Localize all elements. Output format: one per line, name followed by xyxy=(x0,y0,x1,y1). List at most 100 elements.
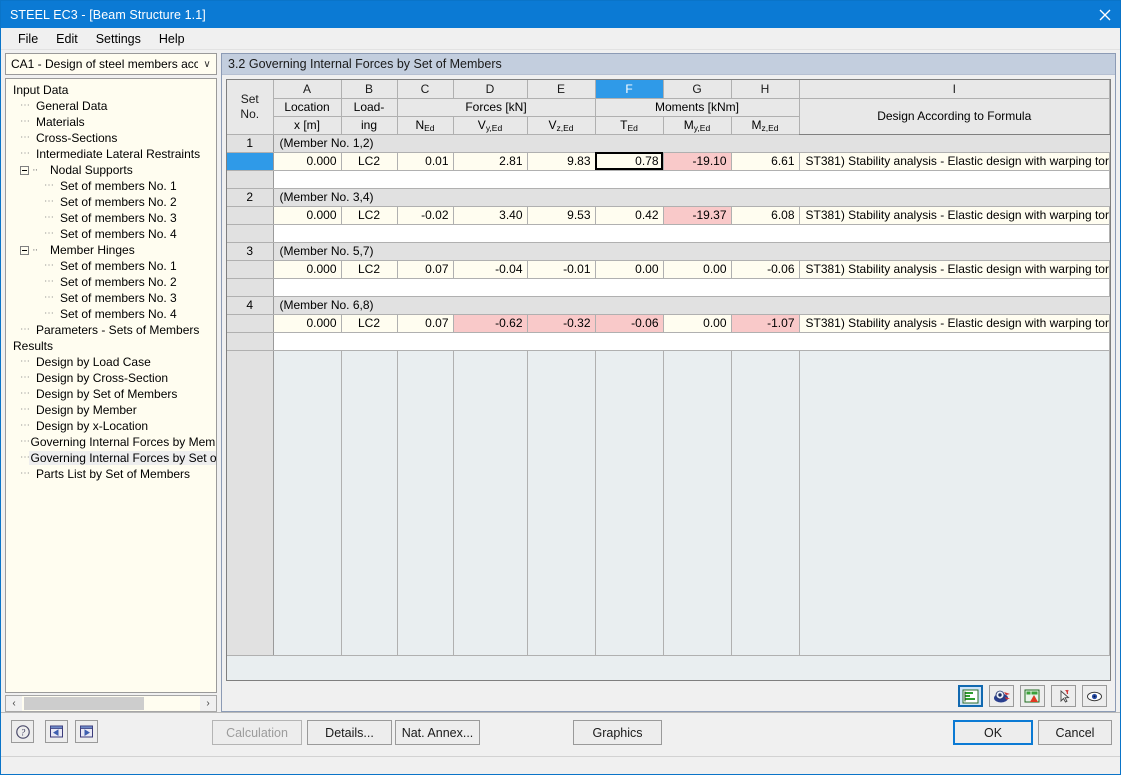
cancel-button[interactable]: Cancel xyxy=(1038,720,1112,745)
menu-item-edit[interactable]: Edit xyxy=(47,30,87,48)
cell-my-ed[interactable]: 0.00 xyxy=(663,260,732,279)
cell-location[interactable]: 0.000 xyxy=(273,314,342,333)
group-row[interactable]: 4 (Member No. 6,8) xyxy=(227,296,1110,315)
close-icon[interactable] xyxy=(1089,1,1120,28)
column-letter-g[interactable]: G xyxy=(663,80,732,99)
tree-item-input-data[interactable]: Input Data xyxy=(6,82,216,98)
tree-item-set-of-members-no-1[interactable]: ⋯ Set of members No. 1 xyxy=(6,178,216,194)
cell-mz-ed[interactable]: 6.61 xyxy=(731,152,800,171)
cell-mz-ed[interactable]: 6.08 xyxy=(731,206,800,225)
scroll-right-icon[interactable]: › xyxy=(200,696,216,711)
cell-vz-ed[interactable]: -0.01 xyxy=(527,260,596,279)
tree-item-set-of-members-no-3[interactable]: ⋯ Set of members No. 3 xyxy=(6,290,216,306)
column-letter-d[interactable]: D xyxy=(453,80,528,99)
tree-item-general-data[interactable]: ⋯ General Data xyxy=(6,98,216,114)
cell-vy-ed[interactable]: 2.81 xyxy=(453,152,528,171)
cell-vy-ed[interactable]: 3.40 xyxy=(453,206,528,225)
row-selector-cell[interactable] xyxy=(227,170,274,189)
cell-my-ed[interactable]: -19.10 xyxy=(663,152,732,171)
cell-t-ed[interactable]: 0.00 xyxy=(595,260,664,279)
row-selector-cell[interactable] xyxy=(227,206,274,225)
scroll-thumb[interactable] xyxy=(24,697,144,710)
tree-item-results[interactable]: Results xyxy=(6,338,216,354)
export-excel-icon[interactable] xyxy=(1020,685,1045,707)
cell-loading[interactable]: LC2 xyxy=(341,206,398,225)
tree-item-parts-list-by-set-of-members[interactable]: ⋯ Parts List by Set of Members xyxy=(6,466,216,482)
cell-mz-ed[interactable]: -1.07 xyxy=(731,314,800,333)
select-pointer-icon[interactable] xyxy=(1051,685,1076,707)
cell-mz-ed[interactable]: -0.06 xyxy=(731,260,800,279)
cell-vy-ed[interactable]: -0.04 xyxy=(453,260,528,279)
tree-item-governing-internal-forces-by-set-of-m[interactable]: ⋯ Governing Internal Forces by Set of M xyxy=(6,450,216,466)
cell-loading[interactable]: LC2 xyxy=(341,314,398,333)
cell-loading[interactable]: LC2 xyxy=(341,152,398,171)
help-icon[interactable]: ? xyxy=(11,720,34,743)
view-mode-icon[interactable] xyxy=(989,685,1014,707)
cell-t-ed[interactable]: 0.42 xyxy=(595,206,664,225)
cell-location[interactable]: 0.000 xyxy=(273,152,342,171)
scroll-left-icon[interactable]: ‹ xyxy=(6,696,22,711)
tree-item-materials[interactable]: ⋯ Materials xyxy=(6,114,216,130)
tree-expander-icon[interactable] xyxy=(20,165,29,175)
tree-item-set-of-members-no-2[interactable]: ⋯ Set of members No. 2 xyxy=(6,274,216,290)
cell-t-ed[interactable]: -0.06 xyxy=(595,314,664,333)
row-selector-cell[interactable] xyxy=(227,332,274,351)
cell-n-ed[interactable]: -0.02 xyxy=(397,206,454,225)
column-letter-e[interactable]: E xyxy=(527,80,596,99)
tree-item-member-hinges[interactable]: ·· Member Hinges xyxy=(6,242,216,258)
cell-vy-ed[interactable]: -0.62 xyxy=(453,314,528,333)
cell-formula[interactable]: ST381) Stability analysis - Elastic desi… xyxy=(799,206,1110,225)
row-selector-cell[interactable] xyxy=(227,278,274,297)
cell-n-ed[interactable]: 0.07 xyxy=(397,314,454,333)
tree-item-nodal-supports[interactable]: ·· Nodal Supports xyxy=(6,162,216,178)
menu-item-file[interactable]: File xyxy=(9,30,47,48)
column-letter-b[interactable]: B xyxy=(341,80,398,99)
group-row[interactable]: 2 (Member No. 3,4) xyxy=(227,188,1110,207)
column-letter-a[interactable]: A xyxy=(273,80,342,99)
column-letter-f[interactable]: F xyxy=(595,80,664,99)
row-selector-cell[interactable] xyxy=(227,152,274,171)
chevron-down-icon[interactable]: ∨ xyxy=(198,59,216,70)
tree-item-design-by-cross-section[interactable]: ⋯ Design by Cross-Section xyxy=(6,370,216,386)
tree-item-set-of-members-no-1[interactable]: ⋯ Set of members No. 1 xyxy=(6,258,216,274)
cell-t-ed[interactable]: 0.78 xyxy=(595,152,664,171)
table-row[interactable]: 0.000 LC2 0.07 -0.04 -0.01 0.00 0.00 -0.06 ST381… xyxy=(227,260,1110,279)
table-row[interactable]: 0.000 LC2 0.01 2.81 9.83 0.78 -19.10 6.61 ST381)… xyxy=(227,152,1110,171)
cell-loading[interactable]: LC2 xyxy=(341,260,398,279)
design-case-combobox[interactable]: CA1 - Design of steel members accordi ∨ xyxy=(5,53,217,75)
row-selector-cell[interactable] xyxy=(227,314,274,333)
tree-item-set-of-members-no-4[interactable]: ⋯ Set of members No. 4 xyxy=(6,306,216,322)
tree-item-parameters-sets-of-members[interactable]: ⋯ Parameters - Sets of Members xyxy=(6,322,216,338)
tree-item-set-of-members-no-2[interactable]: ⋯ Set of members No. 2 xyxy=(6,194,216,210)
next-page-icon[interactable] xyxy=(75,720,98,743)
cell-my-ed[interactable]: 0.00 xyxy=(663,314,732,333)
cell-formula[interactable]: ST381) Stability analysis - Elastic desi… xyxy=(799,260,1110,279)
cell-n-ed[interactable]: 0.01 xyxy=(397,152,454,171)
graphics-button[interactable]: Graphics xyxy=(573,720,662,745)
tree-item-design-by-x-location[interactable]: ⋯ Design by x-Location xyxy=(6,418,216,434)
group-row[interactable]: 3 (Member No. 5,7) xyxy=(227,242,1110,261)
cell-formula[interactable]: ST381) Stability analysis - Elastic desi… xyxy=(799,152,1110,171)
tree-item-design-by-set-of-members[interactable]: ⋯ Design by Set of Members xyxy=(6,386,216,402)
tree-item-design-by-member[interactable]: ⋯ Design by Member xyxy=(6,402,216,418)
column-letter-h[interactable]: H xyxy=(731,80,800,99)
tree-item-governing-internal-forces-by-member[interactable]: ⋯ Governing Internal Forces by Member xyxy=(6,434,216,450)
visibility-eye-icon[interactable] xyxy=(1082,685,1107,707)
tree-item-intermediate-lateral-restraints[interactable]: ⋯ Intermediate Lateral Restraints xyxy=(6,146,216,162)
navigator-tree[interactable]: Input Data ⋯ General Data ⋯ Materials ⋯ Cross-… xyxy=(5,78,217,693)
table-row[interactable]: 0.000 LC2 0.07 -0.62 -0.32 -0.06 0.00 -1.07 ST38… xyxy=(227,314,1110,333)
set-number-cell[interactable]: 3 xyxy=(227,242,274,261)
tree-item-design-by-load-case[interactable]: ⋯ Design by Load Case xyxy=(6,354,216,370)
set-number-cell[interactable]: 1 xyxy=(227,134,274,153)
group-row[interactable]: 1 (Member No. 1,2) xyxy=(227,134,1110,153)
set-number-cell[interactable]: 4 xyxy=(227,296,274,315)
nat-annex-button[interactable]: Nat. Annex... xyxy=(395,720,480,745)
cell-vz-ed[interactable]: -0.32 xyxy=(527,314,596,333)
cell-location[interactable]: 0.000 xyxy=(273,260,342,279)
row-selector-cell[interactable] xyxy=(227,224,274,243)
tree-item-set-of-members-no-3[interactable]: ⋯ Set of members No. 3 xyxy=(6,210,216,226)
menu-item-settings[interactable]: Settings xyxy=(87,30,150,48)
menu-item-help[interactable]: Help xyxy=(150,30,194,48)
cell-location[interactable]: 0.000 xyxy=(273,206,342,225)
ok-button[interactable]: OK xyxy=(953,720,1033,745)
